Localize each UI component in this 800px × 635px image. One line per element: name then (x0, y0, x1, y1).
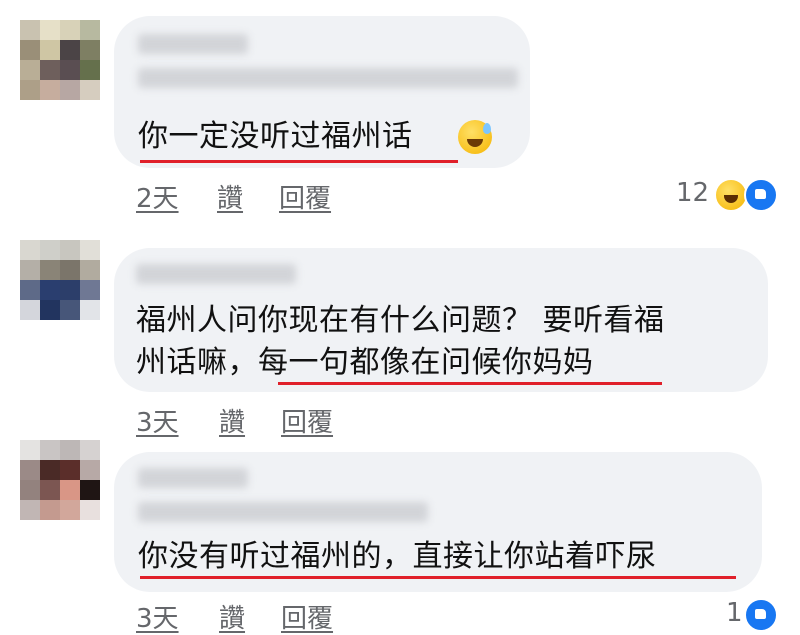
avatar[interactable] (20, 240, 100, 320)
comment-bubble: 你没有听过福州的，直接让你站着吓尿 (114, 452, 762, 592)
like-button[interactable]: 讚 (219, 598, 245, 635)
like-icon[interactable] (744, 178, 778, 212)
comment-text-line-1: 福州人问你现在有什么问题？ 要听看福 (136, 303, 665, 338)
comment-text: 你没有听过福州的，直接让你站着吓尿 (138, 539, 657, 574)
comment-bubble: 福州人问你现在有什么问题？ 要听看福 州话嘛，每一句都像在问候你妈妈 (114, 248, 768, 392)
avatar[interactable] (20, 20, 100, 100)
comment-text: 你一定没听过福州话 (138, 119, 413, 154)
like-icon[interactable] (744, 598, 778, 632)
avatar[interactable] (20, 440, 100, 520)
red-underline (140, 576, 736, 579)
commenter-name-blurred[interactable] (138, 34, 248, 54)
timestamp-link[interactable]: 2天 (136, 178, 179, 215)
reaction-count[interactable]: 1 (726, 598, 743, 628)
commenter-name-blurred[interactable] (136, 264, 296, 284)
commenter-name-blurred[interactable] (138, 468, 248, 488)
red-underline (140, 160, 458, 163)
comment-bubble: 你一定没听过福州话 (114, 16, 530, 168)
timestamp-link[interactable]: 3天 (136, 402, 179, 439)
timestamp-link[interactable]: 3天 (136, 598, 179, 635)
sweat-smile-emoji-icon (458, 120, 492, 154)
like-button[interactable]: 讚 (217, 178, 243, 215)
commenter-subtitle-blurred (138, 502, 428, 522)
haha-icon[interactable] (714, 178, 748, 212)
like-button[interactable]: 讚 (219, 402, 245, 439)
red-underline (278, 382, 662, 385)
reply-button[interactable]: 回覆 (281, 402, 333, 439)
comment-text-line-2: 州话嘛，每一句都像在问候你妈妈 (136, 345, 594, 380)
reply-button[interactable]: 回覆 (279, 178, 331, 215)
reaction-count[interactable]: 12 (676, 178, 709, 208)
commenter-subtitle-blurred (138, 68, 518, 88)
reply-button[interactable]: 回覆 (281, 598, 333, 635)
